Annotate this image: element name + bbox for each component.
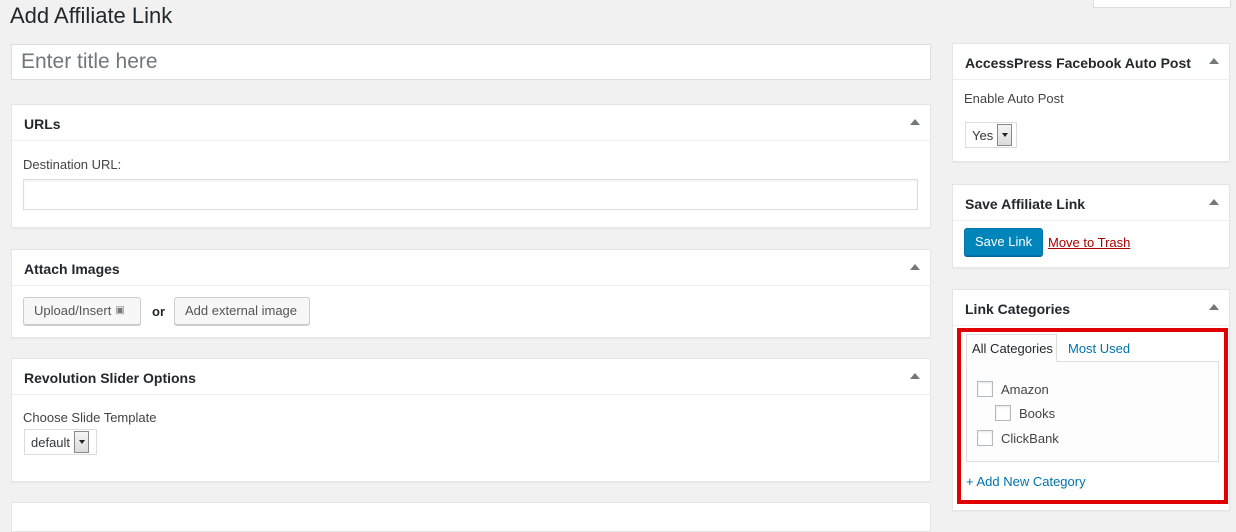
slide-template-value: default — [31, 434, 71, 450]
categories-box-title: Link Categories — [965, 301, 1071, 317]
collapse-arrow-icon[interactable] — [910, 373, 920, 379]
post-title-input[interactable]: Enter title here — [11, 44, 931, 80]
enable-auto-post-value: Yes — [972, 127, 994, 143]
tab-all-categories[interactable]: All Categories — [966, 334, 1057, 362]
tab-all-categories-label: All Categories — [972, 341, 1053, 356]
collapse-arrow-icon[interactable] — [1209, 58, 1219, 64]
revslider-box: Revolution Slider Options Choose Slide T… — [11, 358, 931, 482]
slide-template-label: Choose Slide Template — [23, 410, 157, 425]
dropdown-arrow-icon — [74, 431, 90, 453]
upload-insert-button[interactable]: Upload/Insert ▣ — [23, 297, 141, 325]
attach-images-box-header[interactable]: Attach Images — [12, 250, 930, 286]
revslider-box-header[interactable]: Revolution Slider Options — [12, 359, 930, 395]
attach-images-box: Attach Images Upload/Insert ▣ or Add ext… — [11, 249, 931, 338]
urls-box-title: URLs — [24, 116, 61, 132]
categories-box-header[interactable]: Link Categories — [953, 290, 1229, 326]
or-text: or — [152, 304, 165, 319]
attach-images-box-title: Attach Images — [24, 261, 120, 277]
slide-template-select[interactable]: default — [24, 429, 97, 455]
facebook-box-header[interactable]: AccessPress Facebook Auto Post — [953, 44, 1229, 80]
media-icon: ▣ — [115, 305, 125, 316]
urls-box: URLs Destination URL: — [11, 104, 931, 228]
urls-box-header[interactable]: URLs — [12, 105, 930, 141]
destination-url-input[interactable] — [23, 179, 918, 210]
facebook-auto-post-box: AccessPress Facebook Auto Post Enable Au… — [952, 43, 1230, 162]
destination-url-label: Destination URL: — [23, 157, 122, 172]
collapse-arrow-icon[interactable] — [1209, 304, 1219, 310]
save-box-title: Save Affiliate Link — [965, 196, 1086, 212]
collapse-arrow-icon[interactable] — [1209, 199, 1219, 205]
add-external-image-button[interactable]: Add external image — [174, 297, 310, 325]
move-to-trash-link[interactable]: Move to Trash — [1048, 235, 1130, 250]
dropdown-arrow-icon — [997, 124, 1013, 146]
revslider-box-title: Revolution Slider Options — [24, 370, 196, 386]
collapse-arrow-icon[interactable] — [910, 264, 920, 270]
enable-auto-post-select[interactable]: Yes — [965, 122, 1017, 148]
upload-insert-label: Upload/Insert — [34, 303, 112, 318]
next-metabox — [11, 502, 931, 532]
page-title: Add Affiliate Link — [10, 3, 173, 28]
facebook-box-title: AccessPress Facebook Auto Post — [965, 55, 1191, 71]
save-affiliate-link-box: Save Affiliate Link Save Link Move to Tr… — [952, 184, 1230, 268]
save-link-button[interactable]: Save Link — [964, 228, 1044, 256]
save-box-header[interactable]: Save Affiliate Link — [953, 185, 1229, 221]
enable-auto-post-label: Enable Auto Post — [964, 91, 1064, 106]
screen-options-button[interactable] — [1093, 0, 1231, 8]
collapse-arrow-icon[interactable] — [910, 119, 920, 125]
